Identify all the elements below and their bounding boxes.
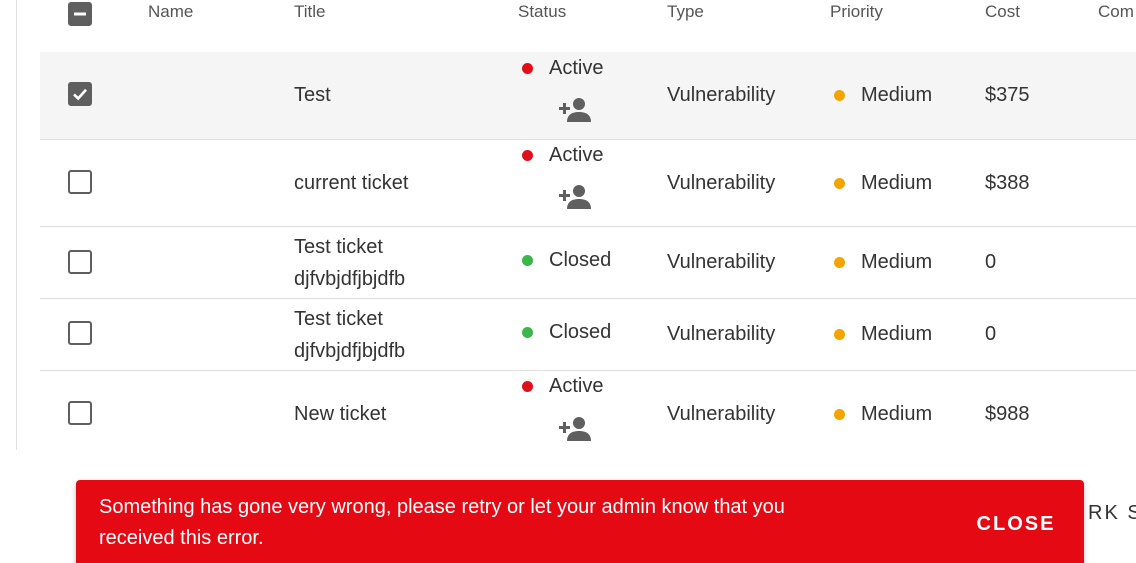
tickets-table: Name Title Status Type Priority Cost Com… [40, 0, 1136, 452]
ticket-type: Vulnerability [667, 323, 776, 345]
status-label: Active [522, 57, 603, 80]
ticket-title[interactable]: Test [294, 52, 331, 139]
priority-dot-icon [834, 408, 845, 420]
status-label: Active [522, 144, 603, 167]
ticket-title-line1: Test ticket [294, 235, 383, 258]
table-row[interactable]: Test ticket djfvbjdfjbjdfb Closed Vulner… [40, 227, 1136, 299]
priority-text: Medium [861, 402, 933, 425]
priority-dot-icon [834, 90, 845, 101]
status-dot-icon [522, 63, 533, 74]
table-row[interactable]: current ticket Active Vulnerability Medi… [40, 140, 1136, 227]
header-cost[interactable]: Cost [985, 2, 1020, 22]
header-comments[interactable]: Com [1098, 2, 1134, 22]
table-row[interactable]: Test Active Vulnerability Medium $375 [40, 52, 1136, 140]
error-snackbar: Something has gone very wrong, please re… [76, 480, 1084, 563]
priority-text: Medium [861, 323, 933, 345]
close-button[interactable]: CLOSE [966, 508, 1066, 540]
ticket-title[interactable]: Test ticket djfvbjdfjbjdfb [294, 299, 405, 370]
error-message: Something has gone very wrong, please re… [99, 496, 785, 549]
header-name[interactable]: Name [148, 2, 193, 22]
ticket-cost: 0 [985, 323, 997, 345]
priority-text: Medium [861, 84, 933, 106]
page: Name Title Status Type Priority Cost Com… [0, 0, 1136, 563]
ticket-type: Vulnerability [667, 84, 776, 106]
priority-cell: Medium [834, 227, 932, 298]
priority-cell: Medium [834, 371, 932, 452]
table-header-row: Name Title Status Type Priority Cost Com [40, 0, 1136, 53]
person-add-icon[interactable] [557, 182, 593, 210]
row-checkbox[interactable] [68, 250, 92, 274]
priority-dot-icon [834, 329, 845, 340]
ticket-title[interactable]: current ticket [294, 140, 408, 226]
row-checkbox[interactable] [68, 82, 92, 106]
row-checkbox[interactable] [68, 401, 92, 425]
priority-cell: Medium [834, 52, 932, 139]
status-dot-icon [522, 150, 533, 161]
priority-cell: Medium [834, 140, 932, 226]
ticket-title[interactable]: New ticket [294, 371, 386, 452]
person-add-icon[interactable] [557, 95, 593, 123]
indeterminate-checkbox-icon [74, 12, 86, 16]
status-text: Active [549, 375, 604, 397]
ticket-cost: $988 [985, 402, 1030, 425]
ticket-cost: $375 [985, 84, 1030, 106]
row-checkbox[interactable] [68, 170, 92, 194]
ticket-type: Vulnerability [667, 251, 776, 273]
ticket-cost: $388 [985, 171, 1030, 194]
priority-cell: Medium [834, 299, 932, 370]
status-text: Active [549, 144, 604, 166]
ticket-type: Vulnerability [667, 171, 776, 194]
status-dot-icon [522, 255, 533, 266]
status-dot-icon [522, 327, 533, 338]
person-add-icon[interactable] [557, 414, 593, 442]
ticket-title-line2: djfvbjdfjbjdfb [294, 267, 406, 290]
priority-text: Medium [861, 251, 933, 273]
status-label: Active [522, 375, 603, 398]
priority-text: Medium [861, 171, 933, 194]
ticket-title-line1: Test ticket [294, 307, 383, 330]
header-title[interactable]: Title [294, 2, 326, 22]
header-priority[interactable]: Priority [830, 2, 883, 22]
ticket-cost: 0 [985, 251, 997, 273]
left-panel-edge [0, 0, 17, 450]
ticket-type: Vulnerability [667, 402, 776, 425]
header-type[interactable]: Type [667, 2, 704, 22]
select-all-checkbox[interactable] [68, 2, 92, 26]
status-text: Active [549, 57, 604, 79]
priority-dot-icon [834, 257, 845, 268]
status-text: Closed [549, 249, 612, 271]
header-status[interactable]: Status [518, 2, 566, 22]
table-row[interactable]: Test ticket djfvbjdfjbjdfb Closed Vulner… [40, 299, 1136, 371]
row-checkbox[interactable] [68, 321, 92, 345]
priority-dot-icon [834, 177, 845, 189]
table-row[interactable]: New ticket Active Vulnerability Medium $… [40, 371, 1136, 452]
status-dot-icon [522, 381, 533, 392]
footer-button-partial[interactable]: RK S [1088, 502, 1136, 525]
ticket-title[interactable]: Test ticket djfvbjdfjbjdfb [294, 227, 405, 298]
status-label: Closed [522, 249, 611, 272]
status-label: Closed [522, 321, 611, 344]
ticket-title-line2: djfvbjdfjbjdfb [294, 339, 406, 362]
status-text: Closed [549, 321, 612, 343]
check-icon [73, 88, 87, 101]
